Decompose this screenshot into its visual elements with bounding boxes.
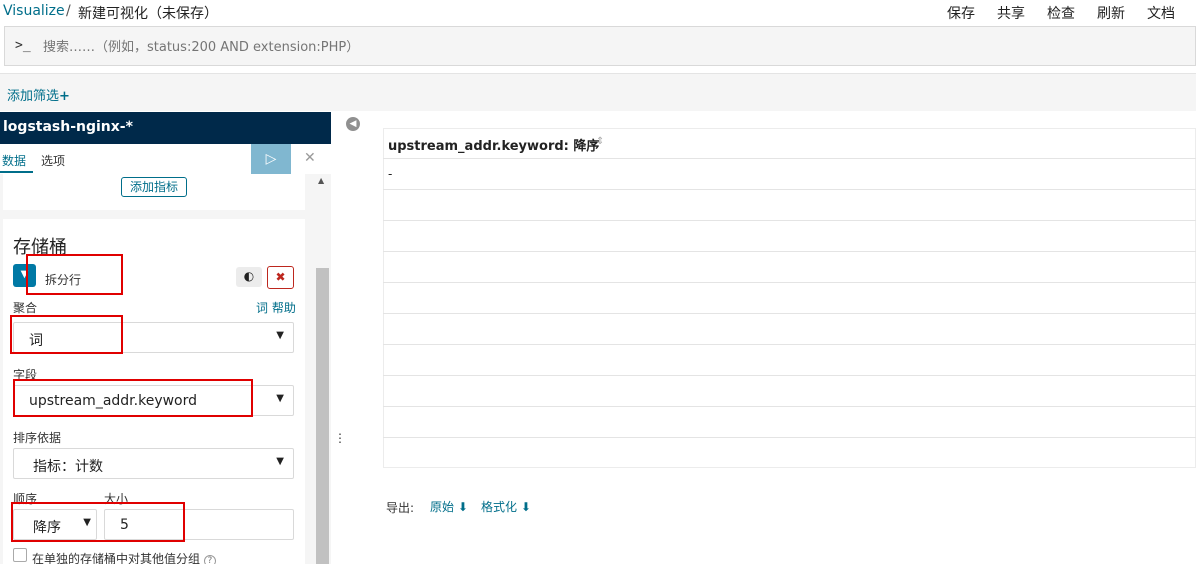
close-icon[interactable]: ✕ [304, 150, 316, 166]
query-bar: >_ [4, 26, 1196, 66]
table-header-divider [383, 158, 1196, 159]
sort-icon[interactable]: ⇕ [596, 136, 604, 147]
prompt-icon: >_ [15, 38, 31, 53]
breadcrumb-visualize-link[interactable]: Visualize [3, 3, 65, 19]
export-raw-link[interactable]: 原始 ⬇ [430, 498, 468, 515]
table-cell: - [388, 167, 393, 181]
table-row [383, 313, 1196, 314]
table-row [383, 344, 1196, 345]
help-icon[interactable]: ? [203, 555, 216, 564]
order-by-select[interactable]: 指标：计数 ▼ [13, 448, 294, 479]
aggregation-value: 词 [29, 333, 43, 349]
size-label: 大小 [104, 492, 129, 506]
apply-changes-button[interactable]: ▷ [251, 144, 291, 174]
inspect-button[interactable]: 检查 [1047, 3, 1075, 23]
table-row [383, 220, 1196, 221]
caret-down-icon: ▼ [276, 456, 284, 467]
add-filter-button[interactable]: 添加筛选+ [7, 85, 70, 104]
add-metric-button[interactable]: 添加指标 [121, 177, 187, 197]
other-bucket-label: 在单独的存储桶中对其他值分组 ? [32, 550, 216, 564]
table-row [383, 251, 1196, 252]
other-bucket-checkbox[interactable] [13, 548, 27, 562]
search-input[interactable] [43, 36, 1143, 58]
breadcrumb-current: 新建可视化（未保存） [78, 6, 218, 22]
field-value: upstream_addr.keyword [29, 393, 198, 409]
export-formatted-link[interactable]: 格式化 ⬇ [481, 498, 531, 515]
export-raw-label: 原始 [430, 500, 455, 514]
table-column-header[interactable]: upstream_addr.keyword: 降序 [388, 135, 599, 154]
refresh-button[interactable]: 刷新 [1097, 3, 1125, 23]
docs-button[interactable]: 文档 [1147, 3, 1175, 23]
active-tab-indicator [0, 171, 33, 173]
field-select[interactable]: upstream_addr.keyword ▼ [13, 385, 294, 416]
plus-icon: + [59, 89, 70, 104]
other-bucket-text: 在单独的存储桶中对其他值分组 [32, 552, 201, 564]
tab-options[interactable]: 选项 [41, 152, 65, 169]
buckets-title: 存储桶 [13, 237, 67, 258]
field-label: 字段 [13, 368, 38, 382]
export-formatted-label: 格式化 [481, 500, 518, 514]
data-table [383, 128, 1196, 468]
aggregation-select[interactable]: 词 ▼ [13, 322, 294, 353]
caret-down-icon: ▼ [276, 330, 284, 341]
table-row [383, 375, 1196, 376]
table-row [383, 437, 1196, 438]
download-icon: ⬇ [520, 500, 531, 514]
aggregation-help-link[interactable]: 词 帮助 [256, 299, 296, 316]
caret-down-icon: ▼ [83, 517, 91, 528]
caret-down-icon: ▼ [276, 393, 284, 404]
download-icon: ⬇ [457, 500, 468, 514]
table-row [383, 189, 1196, 190]
filter-bar: 添加筛选+ [0, 73, 1196, 111]
bucket-type-label: 拆分行 [45, 273, 82, 287]
chevron-down-icon[interactable]: ▼ [13, 264, 36, 287]
tab-data[interactable]: 数据 [2, 152, 26, 169]
aggregation-label: 聚合 [13, 301, 38, 315]
index-pattern-title: logstash-nginx-* [0, 112, 331, 144]
collapse-sidebar-icon[interactable]: ◀ [346, 117, 360, 131]
share-button[interactable]: 共享 [997, 3, 1025, 23]
order-by-value: 指标：计数 [33, 459, 103, 475]
export-label: 导出: [386, 501, 415, 515]
order-label: 顺序 [13, 492, 38, 506]
resize-handle-icon[interactable]: ⋮ [334, 431, 346, 445]
size-value: 5 [120, 517, 129, 533]
sidebar-scrollbar-thumb[interactable] [316, 268, 329, 564]
scroll-up-arrow-icon[interactable]: ▲ [318, 176, 324, 185]
size-input[interactable]: 5 [104, 509, 294, 540]
table-row [383, 282, 1196, 283]
toggle-icon[interactable]: ◐ [236, 267, 262, 287]
add-filter-label: 添加筛选 [7, 89, 60, 104]
order-select[interactable]: 降序 ▼ [13, 509, 97, 540]
breadcrumb-separator: / [66, 3, 71, 19]
remove-bucket-button[interactable]: ✖ [267, 266, 294, 289]
order-value: 降序 [33, 520, 61, 536]
table-row [383, 406, 1196, 407]
order-by-label: 排序依据 [13, 431, 62, 445]
save-button[interactable]: 保存 [947, 3, 975, 23]
